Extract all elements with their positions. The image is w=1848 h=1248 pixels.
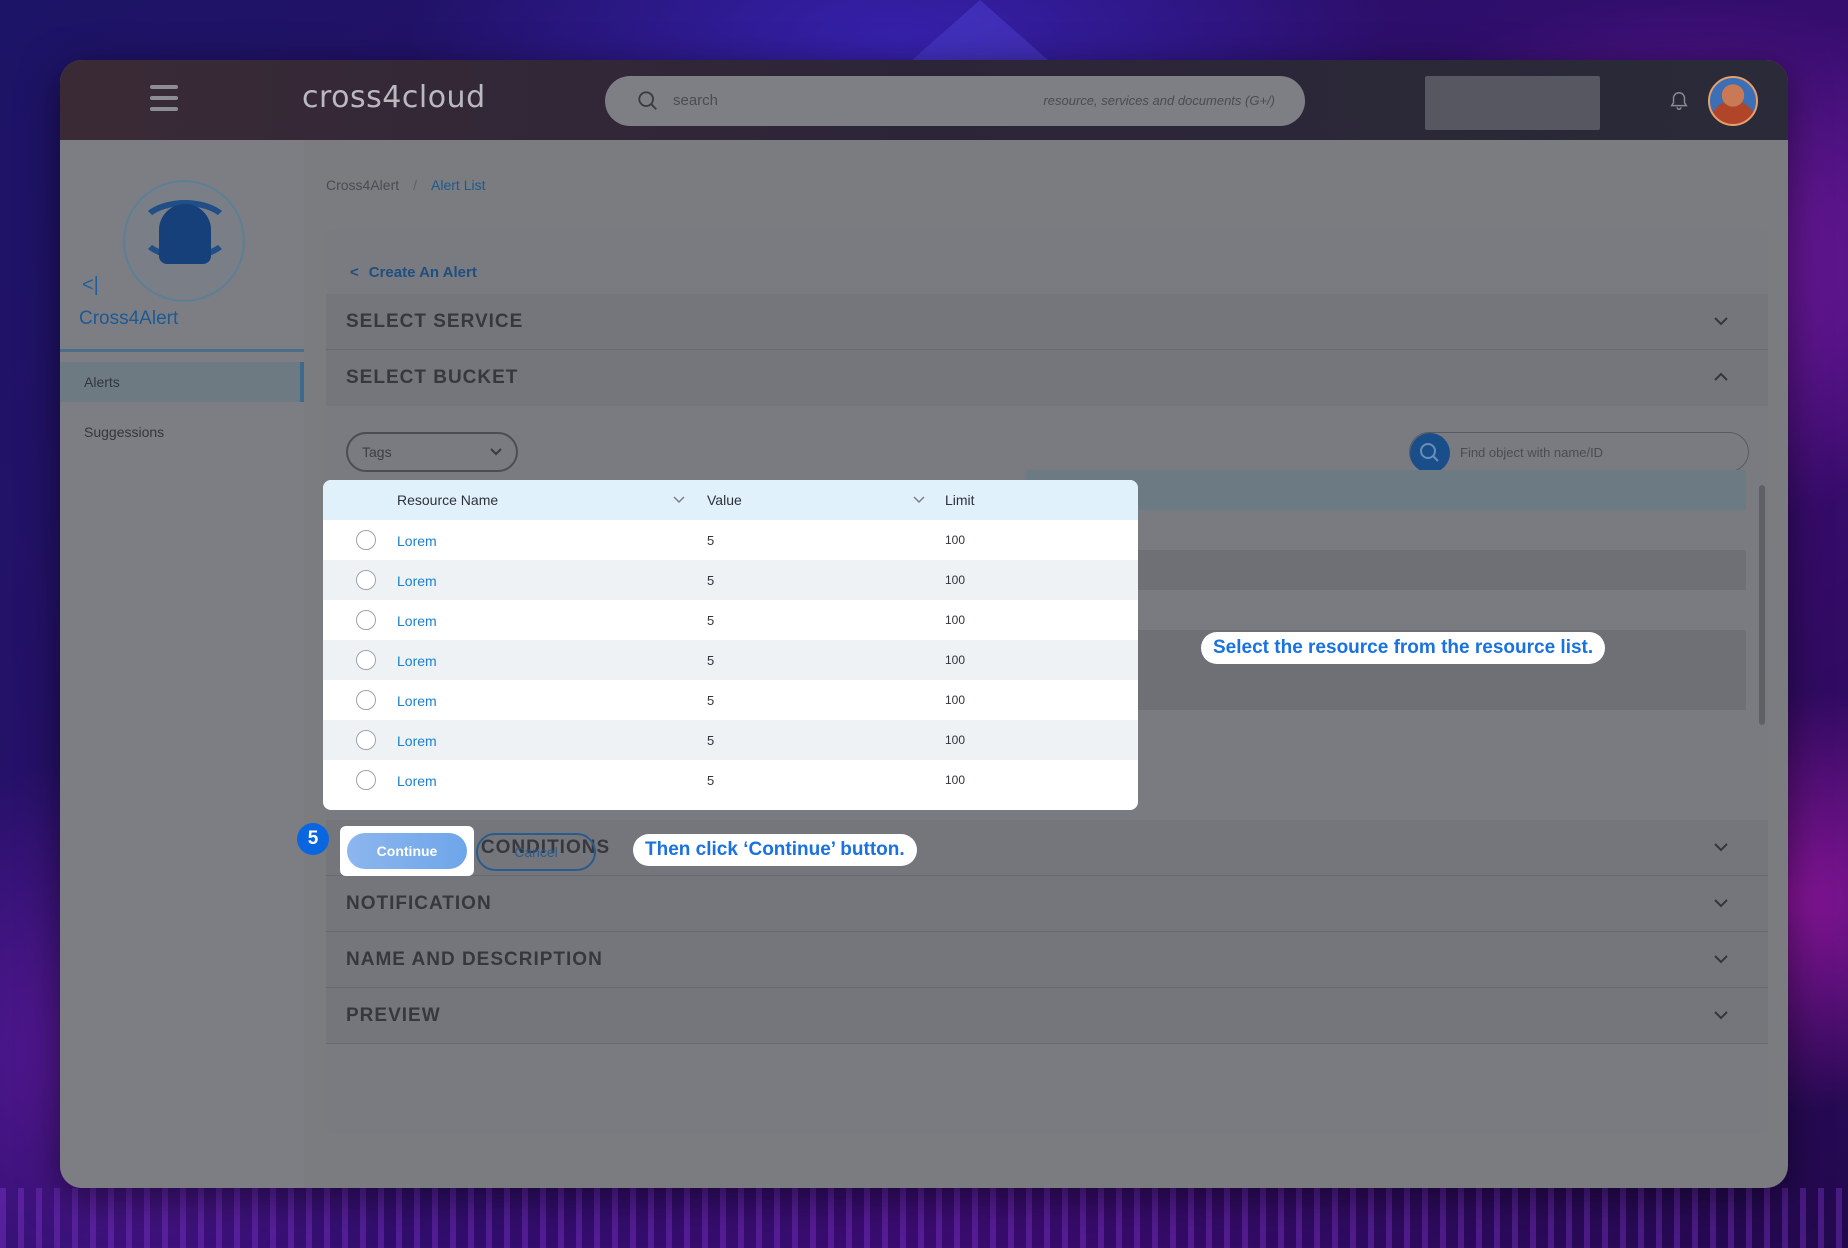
row-radio[interactable] <box>356 730 376 750</box>
section-notification[interactable]: NOTIFICATION <box>326 876 1768 932</box>
collapse-sidebar-icon[interactable]: <| <box>82 274 99 297</box>
resource-limit: 100 <box>945 773 966 787</box>
row-radio[interactable] <box>356 770 376 790</box>
chevron-down-icon <box>1714 843 1728 852</box>
row-radio[interactable] <box>356 530 376 550</box>
table-row[interactable]: Lorem 5 100 <box>323 720 1138 760</box>
resource-value: 5 <box>707 533 715 548</box>
section-title: NAME AND DESCRIPTION <box>346 949 603 970</box>
column-header-resource-name[interactable]: Resource Name <box>397 492 498 508</box>
search-bar[interactable]: search resource, services and documents … <box>605 76 1305 126</box>
chevron-up-icon <box>1714 372 1728 381</box>
table-row[interactable]: Lorem 5 100 <box>323 640 1138 680</box>
resource-value: 5 <box>707 613 715 628</box>
section-title: NOTIFICATION <box>346 893 492 914</box>
resource-limit: 100 <box>945 653 966 667</box>
sidebar-item-alerts[interactable]: Alerts <box>60 362 304 402</box>
bell-icon[interactable] <box>1668 89 1690 113</box>
find-object-input[interactable]: Find object with name/ID <box>1409 432 1749 473</box>
top-bar: cross4cloud search resource, services an… <box>60 60 1788 140</box>
find-placeholder: Find object with name/ID <box>1460 445 1604 460</box>
user-avatar[interactable] <box>1708 76 1758 126</box>
resource-name-link[interactable]: Lorem <box>397 533 437 549</box>
column-header-value[interactable]: Value <box>707 492 742 508</box>
chevron-down-icon <box>1714 1011 1728 1020</box>
row-radio[interactable] <box>356 610 376 630</box>
table-row[interactable]: Lorem 5 100 <box>323 600 1138 640</box>
continue-button[interactable]: Continue <box>347 833 467 869</box>
resource-name-link[interactable]: Lorem <box>397 653 437 669</box>
table-row[interactable]: Lorem 5 100 <box>323 560 1138 600</box>
resource-value: 5 <box>707 573 715 588</box>
chevron-down-icon <box>490 448 502 456</box>
breadcrumb-root[interactable]: Cross4Alert <box>326 177 399 193</box>
resource-value: 5 <box>707 733 715 748</box>
row-radio[interactable] <box>356 570 376 590</box>
row-radio[interactable] <box>356 650 376 670</box>
resource-limit: 100 <box>945 573 966 587</box>
tags-dropdown[interactable]: Tags <box>346 432 518 472</box>
section-select-bucket[interactable]: SELECT BUCKET <box>326 350 1768 406</box>
section-select-service[interactable]: SELECT SERVICE <box>326 294 1768 350</box>
resource-limit: 100 <box>945 693 966 707</box>
section-title: SELECT SERVICE <box>346 311 524 332</box>
chevron-left-icon: < <box>350 264 359 281</box>
search-icon[interactable] <box>1410 433 1450 473</box>
callout-click-continue: Then click ‘Continue’ button. <box>633 834 917 866</box>
cancel-button[interactable]: Cancel <box>476 833 596 871</box>
back-label: Create An Alert <box>368 264 477 281</box>
back-link[interactable]: < Create An Alert <box>350 264 477 281</box>
resource-name-link[interactable]: Lorem <box>397 773 437 789</box>
chevron-down-icon <box>1714 955 1728 964</box>
app-logo <box>123 180 245 302</box>
section-preview[interactable]: PREVIEW <box>326 988 1768 1044</box>
step-badge: 5 <box>297 823 329 855</box>
resource-limit: 100 <box>945 533 966 547</box>
resource-table: Resource Name Value Limit Lorem 5 100 Lo… <box>323 480 1138 810</box>
app-title: Cross4Alert <box>79 308 179 329</box>
background-city <box>0 1188 1848 1248</box>
table-header: Resource Name Value Limit <box>323 480 1138 520</box>
resource-value: 5 <box>707 653 715 668</box>
scrollbar[interactable] <box>1759 485 1765 725</box>
resource-value: 5 <box>707 693 715 708</box>
breadcrumb-current[interactable]: Alert List <box>431 177 485 193</box>
search-placeholder: search <box>673 92 719 109</box>
resource-name-link[interactable]: Lorem <box>397 693 437 709</box>
table-row[interactable]: Lorem 5 100 <box>323 680 1138 720</box>
sidebar: <| Cross4Alert Alerts Suggessions <box>60 140 304 1188</box>
resource-name-link[interactable]: Lorem <box>397 573 437 589</box>
redacted-area <box>1425 76 1600 130</box>
breadcrumb-separator: / <box>413 177 418 193</box>
section-title: SELECT BUCKET <box>346 367 519 388</box>
tags-label: Tags <box>362 444 392 460</box>
chevron-down-icon <box>1714 317 1728 326</box>
sidebar-item-suggessions[interactable]: Suggessions <box>60 412 304 452</box>
brand-logo[interactable]: cross4cloud <box>302 80 486 115</box>
row-radio[interactable] <box>356 690 376 710</box>
resource-name-link[interactable]: Lorem <box>397 613 437 629</box>
continue-highlight: Continue <box>340 826 474 876</box>
search-hint: resource, services and documents (G+/) <box>1043 93 1275 108</box>
section-title: PREVIEW <box>346 1005 441 1026</box>
chevron-down-icon[interactable] <box>913 495 925 505</box>
sidebar-divider <box>60 349 304 352</box>
chevron-down-icon <box>1714 899 1728 908</box>
table-row[interactable]: Lorem 5 100 <box>323 760 1138 800</box>
table-row[interactable]: Lorem 5 100 <box>323 520 1138 560</box>
resource-value: 5 <box>707 773 715 788</box>
callout-select-resource: Select the resource from the resource li… <box>1201 632 1606 664</box>
section-name-and-description[interactable]: NAME AND DESCRIPTION <box>326 932 1768 988</box>
breadcrumb: Cross4Alert / Alert List <box>326 177 486 193</box>
resource-name-link[interactable]: Lorem <box>397 733 437 749</box>
resource-limit: 100 <box>945 733 966 747</box>
resource-limit: 100 <box>945 613 966 627</box>
column-header-limit[interactable]: Limit <box>945 492 975 508</box>
search-icon <box>638 91 657 110</box>
menu-icon[interactable] <box>150 85 178 115</box>
chevron-down-icon[interactable] <box>673 495 685 505</box>
